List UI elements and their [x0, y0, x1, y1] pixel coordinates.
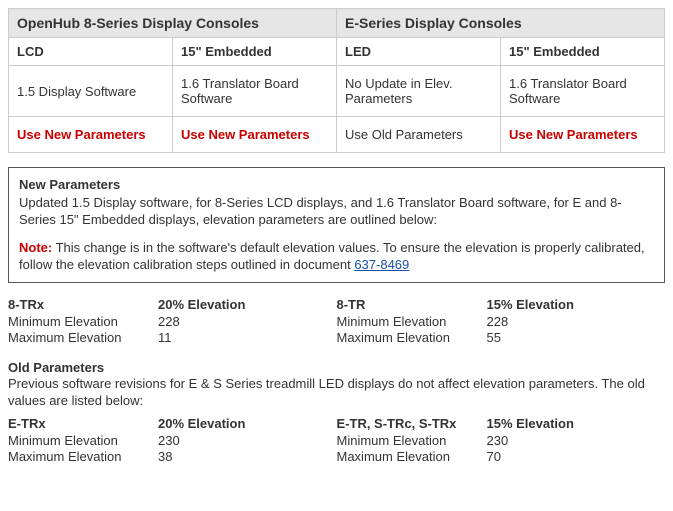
software-cell: 1.6 Translator Board Software: [501, 66, 665, 117]
min-elev-value: 228: [158, 314, 180, 329]
param-instruction-cell: Use New Parameters: [501, 117, 665, 153]
group-header-8series: OpenHub 8-Series Display Consoles: [9, 9, 337, 38]
min-elev-label: Minimum Elevation: [337, 314, 487, 329]
note-text: This change is in the software's default…: [19, 240, 645, 273]
software-cell: No Update in Elev. Parameters: [337, 66, 501, 117]
param-instruction-cell: Use New Parameters: [9, 117, 173, 153]
group-header-eseries: E-Series Display Consoles: [337, 9, 665, 38]
new-parameters-row: 8-TRx 20% Elevation Minimum Elevation228…: [8, 297, 665, 346]
max-elev-value: 70: [487, 449, 501, 464]
sub-header: 15" Embedded: [173, 38, 337, 66]
max-elev-label: Maximum Elevation: [337, 330, 487, 345]
max-elev-value: 38: [158, 449, 172, 464]
min-elev-value: 230: [487, 433, 509, 448]
sub-header: LED: [337, 38, 501, 66]
min-elev-label: Minimum Elevation: [337, 433, 487, 448]
max-elev-label: Maximum Elevation: [8, 449, 158, 464]
note-box-body: Updated 1.5 Display software, for 8-Seri…: [19, 194, 654, 229]
old-params-right-col: E-TR, S-TRc, S-TRx 15% Elevation Minimum…: [337, 416, 666, 465]
note-label: Note:: [19, 240, 52, 255]
calibration-doc-link[interactable]: 637-8469: [354, 257, 409, 272]
param-instruction-cell: Use New Parameters: [173, 117, 337, 153]
elevation-pct: 15% Elevation: [487, 416, 574, 431]
model-name: 8-TR: [337, 297, 487, 312]
new-params-right-col: 8-TR 15% Elevation Minimum Elevation228 …: [337, 297, 666, 346]
max-elev-label: Maximum Elevation: [337, 449, 487, 464]
elevation-pct: 15% Elevation: [487, 297, 574, 312]
max-elev-label: Maximum Elevation: [8, 330, 158, 345]
model-name: E-TR, S-TRc, S-TRx: [337, 416, 487, 431]
elevation-pct: 20% Elevation: [158, 416, 245, 431]
old-parameters-row: E-TRx 20% Elevation Minimum Elevation230…: [8, 416, 665, 465]
sub-header: LCD: [9, 38, 173, 66]
software-cell: 1.5 Display Software: [9, 66, 173, 117]
old-params-left-col: E-TRx 20% Elevation Minimum Elevation230…: [8, 416, 337, 465]
model-name: 8-TRx: [8, 297, 158, 312]
note-box-title: New Parameters: [19, 176, 654, 194]
new-parameters-note-box: New Parameters Updated 1.5 Display softw…: [8, 167, 665, 283]
software-cell: 1.6 Translator Board Software: [173, 66, 337, 117]
min-elev-value: 230: [158, 433, 180, 448]
min-elev-label: Minimum Elevation: [8, 433, 158, 448]
old-parameters-desc: Previous software revisions for E & S Se…: [8, 375, 665, 410]
new-params-left-col: 8-TRx 20% Elevation Minimum Elevation228…: [8, 297, 337, 346]
console-comparison-table: OpenHub 8-Series Display Consoles E-Seri…: [8, 8, 665, 153]
note-box-note-line: Note: This change is in the software's d…: [19, 239, 654, 274]
model-name: E-TRx: [8, 416, 158, 431]
min-elev-value: 228: [487, 314, 509, 329]
param-instruction-cell: Use Old Parameters: [337, 117, 501, 153]
sub-header: 15" Embedded: [501, 38, 665, 66]
min-elev-label: Minimum Elevation: [8, 314, 158, 329]
max-elev-value: 11: [158, 330, 172, 345]
elevation-pct: 20% Elevation: [158, 297, 245, 312]
max-elev-value: 55: [487, 330, 501, 345]
old-parameters-title: Old Parameters: [8, 360, 665, 375]
